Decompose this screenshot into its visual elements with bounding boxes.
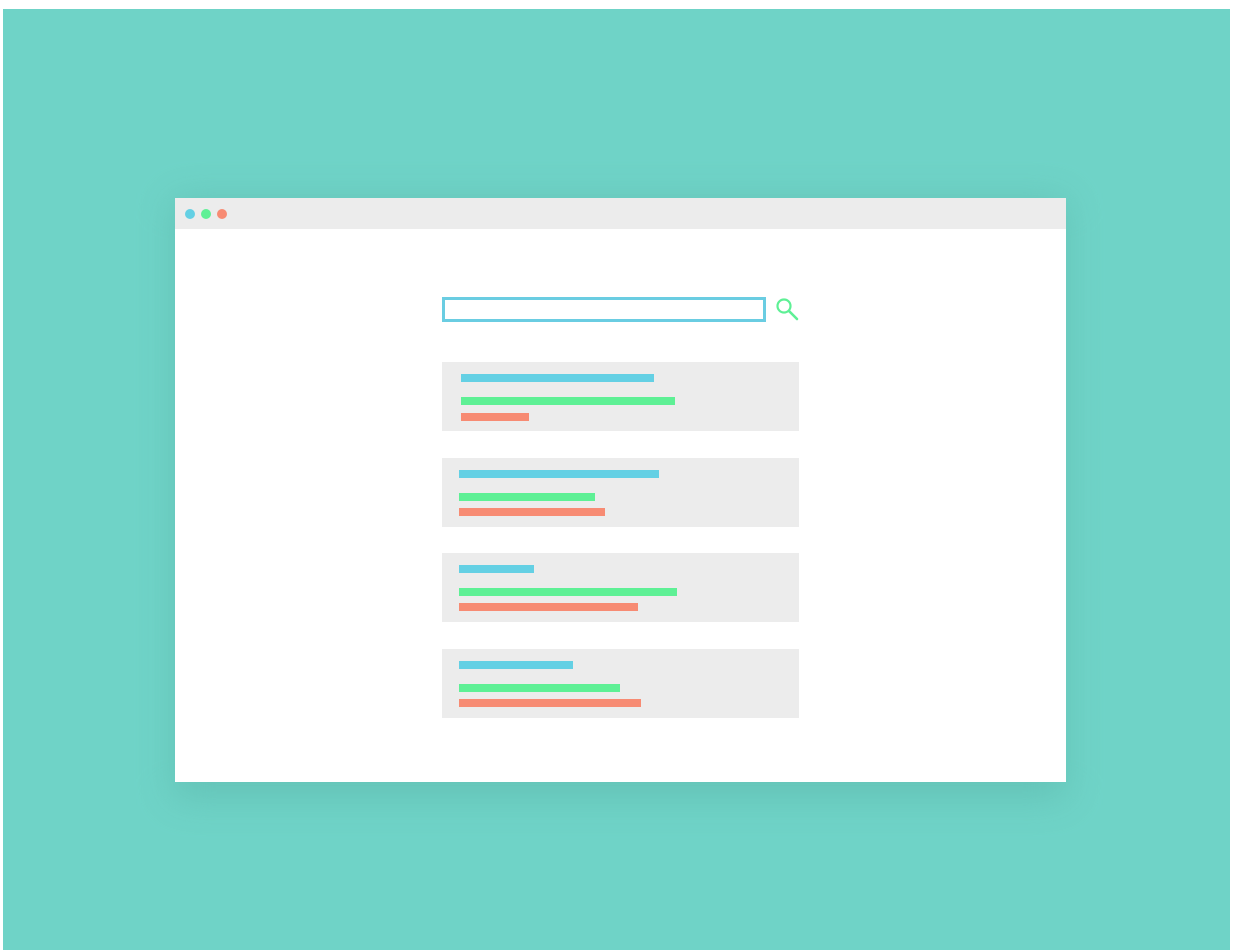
- search-result-card[interactable]: [442, 553, 799, 622]
- search-result-card[interactable]: [442, 649, 799, 718]
- magnifier-icon[interactable]: [774, 296, 800, 322]
- window-titlebar: [175, 198, 1066, 229]
- search-result-card[interactable]: [442, 458, 799, 527]
- result-line-bar: [459, 588, 677, 596]
- browser-window: [175, 198, 1066, 782]
- search-result-card[interactable]: [442, 362, 799, 431]
- window-control-green-dot[interactable]: [201, 209, 211, 219]
- background-canvas: [3, 9, 1230, 950]
- result-title-bar: [459, 661, 573, 669]
- result-line-bar: [459, 603, 638, 611]
- result-title-bar: [459, 565, 534, 573]
- result-line-bar: [461, 413, 529, 421]
- result-line-bar: [461, 397, 675, 405]
- result-title-bar: [459, 470, 659, 478]
- search-input[interactable]: [442, 297, 766, 322]
- result-line-bar: [459, 493, 595, 501]
- result-line-bar: [459, 508, 605, 516]
- result-line-bar: [459, 684, 620, 692]
- result-line-bar: [459, 699, 641, 707]
- window-control-red-dot[interactable]: [217, 209, 227, 219]
- window-control-blue-dot[interactable]: [185, 209, 195, 219]
- result-title-bar: [461, 374, 654, 382]
